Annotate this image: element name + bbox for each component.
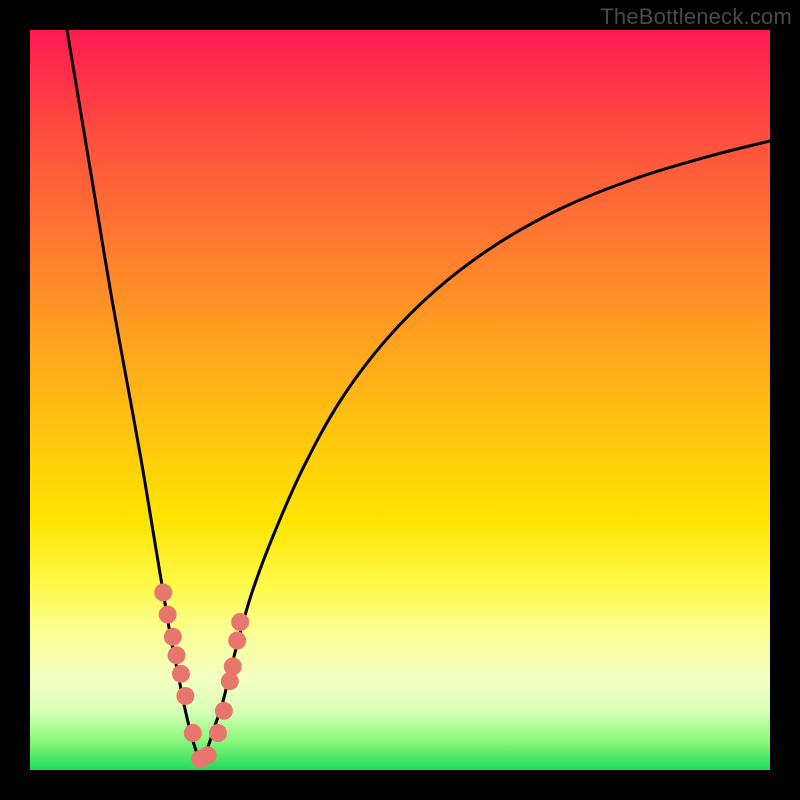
marker-dot — [228, 632, 246, 650]
curve-layer — [30, 30, 770, 770]
chart-frame: TheBottleneck.com — [0, 0, 800, 800]
marker-dot — [172, 665, 190, 683]
plot-area — [30, 30, 770, 770]
marker-dot — [231, 613, 249, 631]
marker-dot — [199, 746, 217, 764]
marker-dot — [224, 657, 242, 675]
series-right-branch — [200, 141, 770, 763]
marker-dot — [184, 724, 202, 742]
watermark-text: TheBottleneck.com — [600, 4, 792, 30]
marker-dot — [168, 646, 186, 664]
marker-dot — [159, 606, 177, 624]
marker-dot — [176, 687, 194, 705]
marker-dot — [164, 628, 182, 646]
marker-dot — [154, 583, 172, 601]
marker-dot — [221, 672, 239, 690]
marker-dot — [209, 724, 227, 742]
marker-dots — [154, 583, 249, 768]
marker-dot — [215, 702, 233, 720]
